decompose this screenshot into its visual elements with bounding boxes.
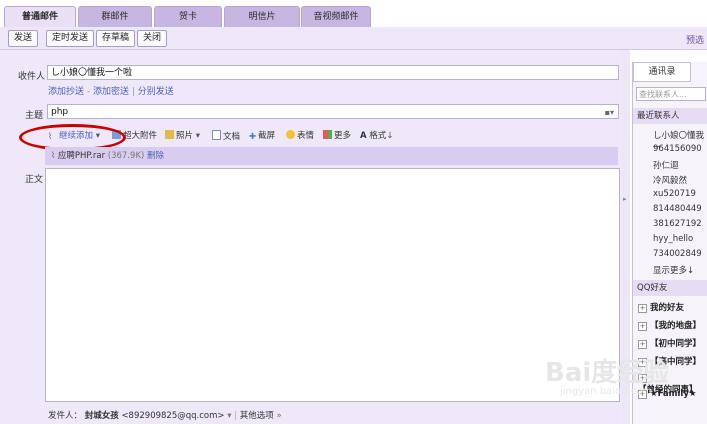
send-button[interactable]: 发送 [8,30,39,47]
to-label: 收件人 [18,72,46,82]
format-icon: A [360,131,367,141]
sender-row: 发件人： 封城女孩 <892909825@qq.com> ▾ | 其他选项 » [48,411,282,421]
contact-item[interactable]: 734002849 [653,249,702,259]
expand-icon[interactable]: + [638,340,647,349]
smiley-icon [286,130,295,139]
body-label: 正文 [25,175,44,185]
tab-greeting-card[interactable]: 贺卡 [154,6,222,28]
paperclip-icon: ⌇ [51,151,56,161]
more-button[interactable]: 更多 [323,130,351,142]
qq-friends-header: QQ好友 [633,280,707,296]
recipient-field[interactable]: し小娘〇懂我一个啦 [47,65,619,80]
tab-normal-mail[interactable]: 普通邮件 [4,6,76,28]
sender-label: 发件人： [48,411,83,421]
delete-attachment-link[interactable]: 删除 [147,151,164,161]
tab-group-mail[interactable]: 群邮件 [78,6,152,28]
friend-group[interactable]: + 【初中同学】 [638,337,701,349]
add-cc-link[interactable]: 添加抄送 [48,87,84,97]
contact-item[interactable]: 814480449 [653,204,702,214]
sender-name: 封城女孩 [84,411,119,421]
contact-item[interactable]: 孙仁迴 [653,159,679,171]
format-button[interactable]: A 格式↓ [360,130,393,142]
compose-toolbar: 发送 定时发送 存草稿 关闭 预选 [0,27,707,50]
tab-av-mail[interactable]: 音视频邮件 [301,6,371,28]
show-more-link[interactable]: 显示更多↓ [653,264,694,276]
document-button[interactable]: 文档 [212,130,240,142]
add-bcc-link[interactable]: 添加密送 [93,87,129,97]
screenshot-icon: ✚ [249,132,257,142]
contact-search-input[interactable]: 查找联系人... [636,87,706,101]
photo-icon [165,130,174,139]
recipient-actions: 添加抄送 - 添加密送 | 分别发送 [48,87,174,97]
photo-button[interactable]: 照片 ▾ [165,130,200,142]
contact-item[interactable]: 964156090 [653,144,702,154]
timed-send-button[interactable]: 定时发送 [46,30,95,47]
close-button[interactable]: 关闭 [137,30,168,47]
emoji-button[interactable]: 表情 [286,130,314,142]
recipient-value: し小娘〇懂我一个啦 [51,68,133,78]
attachment-name: 应聘PHP.rar [57,151,106,161]
tab-postcard[interactable]: 明信片 [224,6,300,28]
subject-label: 主题 [25,111,44,121]
screenshot-button[interactable]: ✚ 截屏 [249,130,275,142]
baidu-watermark-url: jingyan.baidu.com [560,386,653,397]
sender-email: <892909825@qq.com> [121,411,225,421]
separate-send-link[interactable]: 分别发送 [138,87,174,97]
contact-item[interactable]: 冷风毅然 [653,174,687,186]
message-body-editor[interactable] [45,168,620,402]
expand-icon[interactable]: + [638,304,647,313]
subject-value: php [51,107,69,117]
tab-contacts[interactable]: 通讯录 [633,62,691,82]
more-icon [323,130,332,139]
document-icon [212,130,221,140]
sender-dropdown-icon[interactable]: ▾ [227,411,231,421]
chevron-right-icon[interactable]: ▸ [623,195,627,203]
attachment-row: ⌇ 应聘PHP.rar (367.9K) 删除 [45,147,618,165]
expand-icon[interactable]: + [638,322,647,331]
contact-item[interactable]: 381627192 [653,219,702,229]
baidu-watermark-logo: Bai度经验 [545,358,670,388]
double-chevron-icon: » [276,411,282,421]
friend-group[interactable]: + 【我的地盘】 [638,319,701,331]
mail-type-tabs: 普通邮件 群邮件 贺卡 明信片 音视频邮件 [0,0,707,28]
save-draft-button[interactable]: 存草稿 [96,30,136,47]
other-options-link[interactable]: 其他选项 [240,411,274,421]
preview-link[interactable]: 预选 [686,33,704,46]
contact-item[interactable]: hyy_hello [653,234,693,244]
priority-icon[interactable]: ▪▾ [605,105,614,120]
contact-item[interactable]: xu520719 [653,189,696,199]
recent-contacts-header: 最近联系人 [633,108,707,124]
attachment-size: (367.9K) [107,151,145,161]
subject-field[interactable]: php ▪▾ [47,104,619,119]
friend-group[interactable]: + 我的好友 [638,301,684,313]
